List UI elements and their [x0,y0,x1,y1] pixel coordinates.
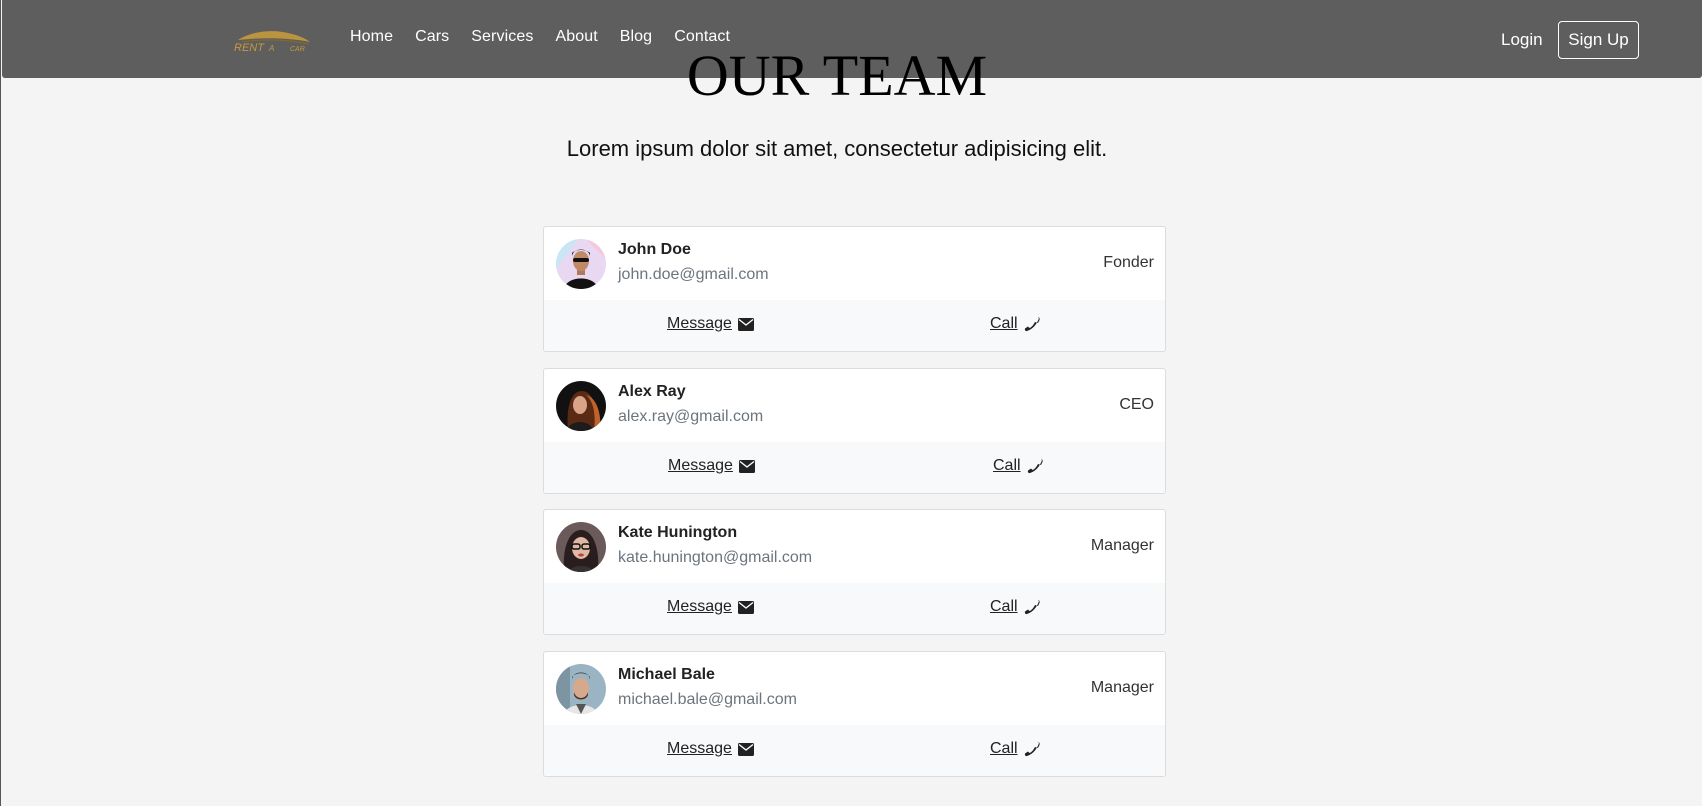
avatar [556,522,606,572]
message-link[interactable]: Message [667,315,754,333]
member-email: michael.bale@gmail.com [618,691,797,708]
member-name: Alex Ray [618,383,686,400]
team-card: Kate Hunington kate.hunington@gmail.com … [543,509,1166,635]
message-label: Message [668,457,733,474]
call-label: Call [990,598,1018,615]
phone-icon [1024,316,1040,332]
avatar [556,664,606,714]
team-card: Michael Bale michael.bale@gmail.com Mana… [543,651,1166,777]
team-card: John Doe john.doe@gmail.com Fonder Messa… [543,226,1166,352]
avatar [556,239,606,289]
call-link[interactable]: Call [990,315,1040,333]
member-name: John Doe [618,241,691,258]
call-label: Call [990,740,1018,757]
member-email: john.doe@gmail.com [618,266,769,283]
call-label: Call [990,315,1018,332]
phone-icon [1024,741,1040,757]
envelope-icon [737,742,754,756]
member-role: Fonder [1103,254,1154,271]
message-label: Message [667,598,732,615]
message-label: Message [667,740,732,757]
page-subtitle: Lorem ipsum dolor sit amet, consectetur … [566,136,1108,161]
member-name: Michael Bale [618,666,715,683]
member-email: alex.ray@gmail.com [618,408,764,425]
team-card: Alex Ray alex.ray@gmail.com CEO Message … [543,368,1166,494]
call-label: Call [993,457,1021,474]
envelope-icon [737,600,754,614]
phone-icon [1024,599,1040,615]
avatar [556,381,606,431]
message-label: Message [667,315,732,332]
member-role: Manager [1090,679,1154,696]
member-role: Manager [1090,537,1154,554]
call-link[interactable]: Call [990,598,1040,616]
message-link[interactable]: Message [667,598,754,616]
call-link[interactable]: Call [990,740,1040,758]
envelope-icon [737,317,754,331]
member-email: kate.hunington@gmail.com [618,549,813,566]
phone-icon [1027,458,1043,474]
member-role: CEO [1119,396,1154,413]
page-title: OUR TEAM [686,43,988,108]
call-link[interactable]: Call [993,457,1043,475]
member-name: Kate Hunington [618,524,738,541]
envelope-icon [738,459,755,473]
message-link[interactable]: Message [667,740,754,758]
message-link[interactable]: Message [668,457,755,475]
